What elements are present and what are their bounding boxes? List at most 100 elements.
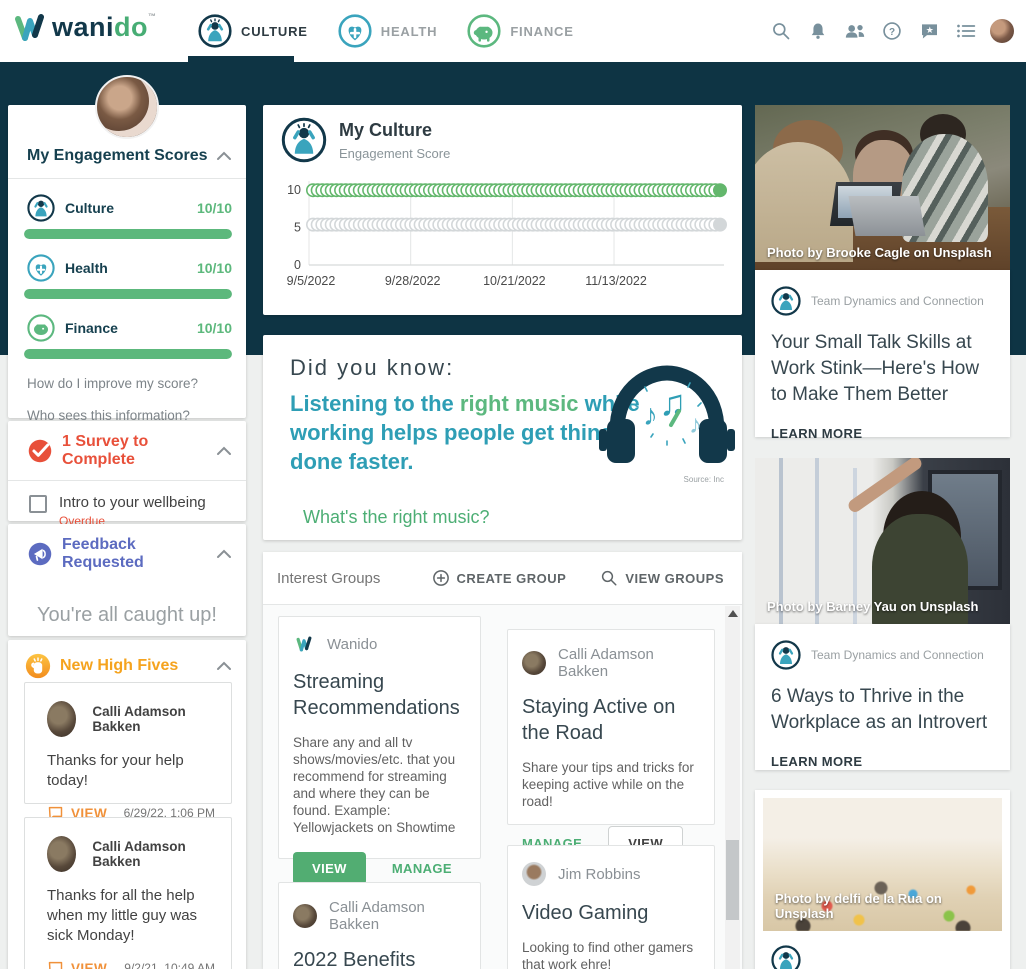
article-category: Team Dynamics and Connection [811,648,984,662]
right-music-link[interactable]: What's the right music? [303,507,490,528]
feedback-empty-message: You're all caught up! [8,604,246,627]
search-button[interactable] [768,18,794,44]
sender-avatar [47,836,76,872]
navbar-actions: ? ★ [768,0,1014,62]
profile-photo[interactable] [95,75,159,139]
sender-avatar [47,701,76,737]
view-high-five-button[interactable]: VIEW [47,960,107,969]
group-description: Share any and all tv shows/movies/etc. t… [293,734,466,836]
group-owner: Jim Robbins [558,866,641,883]
article-card[interactable]: Team Dynamics and Connection Your Small … [755,270,1010,437]
article-card[interactable]: Team Dynamics and Connection 6 Ways to T… [755,624,1010,770]
chart-subtitle: Engagement Score [339,146,450,161]
tab-finance[interactable]: FINANCE [459,0,595,62]
article-photo[interactable]: Photo by Brooke Cagle on Unsplash [755,105,1010,270]
manage-group-button[interactable]: MANAGE [392,861,452,876]
group-owner-avatar [522,651,546,675]
group-card-staying-active[interactable]: Calli Adamson Bakken Staying Active on t… [507,629,715,825]
group-owner: Calli Adamson Bakken [329,899,466,933]
article-category: Team Dynamics and Connection [811,294,984,308]
svg-text:9/28/2022: 9/28/2022 [385,274,441,288]
engagement-scores-card: My Engagement Scores Culture 10/10 H [8,105,246,418]
brand-logo[interactable]: wanido™ [14,10,157,44]
group-card-video-gaming[interactable]: Jim Robbins Video Gaming Looking to find… [507,845,715,969]
photo-credit: Photo by Brooke Cagle on Unsplash [767,245,992,260]
notifications-button[interactable] [805,18,831,44]
finance-icon [467,14,501,48]
svg-text:11/13/2022: 11/13/2022 [585,274,647,288]
surveys-card: 1 Survey to Complete Intro to your wellb… [8,421,246,521]
score-row-culture: Culture 10/10 [8,194,246,222]
engagement-scores-title: My Engagement Scores [27,147,216,165]
high-five-item[interactable]: Calli Adamson Bakken Thanks for your hel… [24,682,232,804]
search-icon [771,21,791,41]
view-group-button[interactable]: VIEW [293,852,366,885]
article-title: 6 Ways to Thrive in the Workplace as an … [771,684,994,736]
culture-icon [27,194,55,222]
feedback-button[interactable]: ★ [916,18,942,44]
improve-score-link[interactable]: How do I improve my score? [8,376,246,391]
score-label: Finance [65,320,118,336]
tab-culture[interactable]: CULTURE [190,0,330,62]
chevron-up-icon[interactable] [216,151,232,161]
group-owner: Wanido [327,636,377,653]
learn-more-link[interactable]: LEARN MORE [771,426,994,441]
menu-button[interactable] [953,18,979,44]
group-owner-avatar [522,862,546,886]
help-icon: ? [882,21,902,41]
tab-finance-label: FINANCE [510,24,573,39]
article-photo[interactable]: Photo by Barney Yau on Unsplash [755,458,1010,624]
create-group-button[interactable]: CREATE GROUP [432,569,567,587]
high-fives-card: New High Fives Calli Adamson Bakken Than… [8,640,246,969]
user-avatar[interactable] [990,19,1014,43]
svg-text:♪: ♪ [643,399,658,432]
svg-text:?: ? [889,27,895,38]
culture-progress-bar [24,229,232,239]
interest-groups-panel: Interest Groups CREATE GROUP VIEW GROUPS [263,552,742,969]
feedback-bubble-icon: ★ [919,21,940,41]
sender-name: Calli Adamson Bakken [92,839,211,869]
sender-name: Calli Adamson Bakken [92,704,211,734]
article-card[interactable]: Photo by delfi de la Rua on Unsplash [755,790,1010,969]
help-button[interactable]: ? [879,18,905,44]
active-tab-indicator [188,56,294,62]
feedback-card: Feedback Requested You're all caught up! [8,524,246,636]
primary-tabs: CULTURE HEALTH FINANC [190,0,596,62]
group-card-benefits[interactable]: Calli Adamson Bakken 2022 Benefits Infor… [278,882,481,969]
scrollbar-thumb[interactable] [726,840,739,920]
learn-more-link[interactable]: LEARN MORE [771,754,994,769]
score-value: 10/10 [197,200,232,216]
high-five-item[interactable]: Calli Adamson Bakken Thanks for all the … [24,817,232,969]
tab-health[interactable]: HEALTH [330,0,460,62]
culture-icon [771,945,801,969]
survey-checkbox[interactable] [29,495,47,513]
chat-bubble-icon [47,960,64,969]
chevron-up-icon[interactable] [216,661,232,671]
wanido-dashboard: wanido™ CULTURE HEALTH [0,0,1026,969]
svg-text:10/21/2022: 10/21/2022 [483,274,546,288]
svg-text:10: 10 [287,183,301,197]
connections-button[interactable] [842,18,868,44]
surveys-title: 1 Survey to Complete [62,433,216,469]
high-five-message: Thanks for all the help when my little g… [25,872,231,946]
group-title: 2022 Benefits Information [293,947,466,969]
chevron-up-icon[interactable] [216,446,232,456]
scroll-up-arrow-icon[interactable] [728,610,738,617]
view-groups-button[interactable]: VIEW GROUPS [600,569,724,587]
engagement-score-chart: 9/5/20229/28/202210/21/202211/13/2022051… [263,163,742,318]
svg-text:♪: ♪ [689,409,702,439]
high-fives-title: New High Fives [60,657,216,675]
article-photo[interactable]: Photo by delfi de la Rua on Unsplash [763,798,1002,931]
engagement-chart-card: My Culture Engagement Score 9/5/20229/28… [263,105,742,315]
navbar: wanido™ CULTURE HEALTH [0,0,1026,62]
groups-scrollbar[interactable] [725,606,740,969]
group-card-streaming[interactable]: Wanido Streaming Recommendations Share a… [278,616,481,859]
source-attribution: Source: Inc [684,475,724,484]
headphones-illustration: ♪ ♫ ♪ [595,353,740,475]
brand-wordmark: wanido™ [52,12,157,43]
group-owner-avatar [293,904,317,928]
high-five-timestamp: 9/2/21, 10:49 AM [124,961,215,969]
survey-item-label[interactable]: Intro to your wellbeing [59,494,206,511]
chevron-up-icon[interactable] [216,549,232,559]
health-icon [338,14,372,48]
